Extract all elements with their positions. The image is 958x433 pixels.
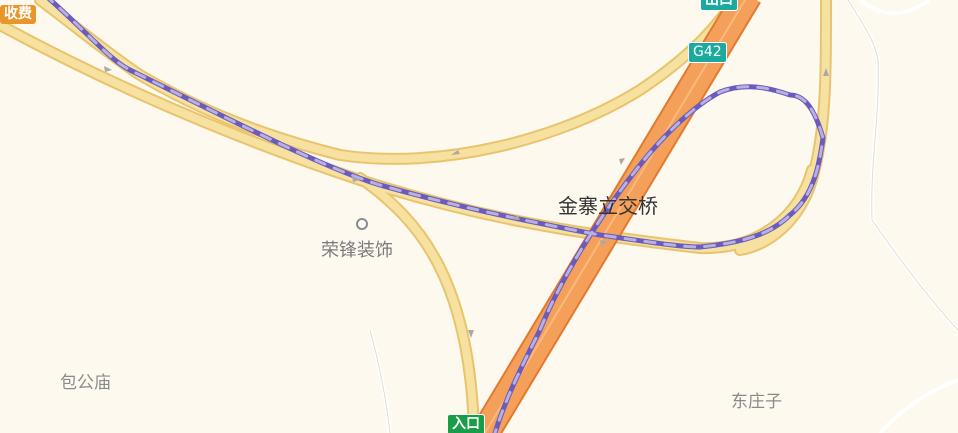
highway-shield[interactable]: G42 (688, 42, 727, 63)
arrow-icon (619, 158, 625, 165)
map-view[interactable]: 收费 出口 G42 入口 金寨立交桥 荣锋装饰 包公庙 东庄子 (0, 0, 958, 433)
exit-badge[interactable]: 出口 (700, 0, 738, 11)
place-label-east[interactable]: 东庄子 (731, 387, 782, 412)
poi-label[interactable]: 荣锋装饰 (321, 236, 393, 262)
entry-badge[interactable]: 入口 (447, 414, 485, 433)
toll-badge[interactable]: 收费 (0, 5, 36, 24)
interchange-label[interactable]: 金寨立交桥 (558, 190, 658, 219)
map-canvas (0, 0, 958, 433)
arrow-icon (104, 66, 112, 72)
minor-roads (368, 0, 958, 433)
circle-poi-icon[interactable] (356, 218, 368, 230)
minor-road-edges (369, 0, 958, 433)
place-label-west[interactable]: 包公庙 (60, 368, 111, 393)
